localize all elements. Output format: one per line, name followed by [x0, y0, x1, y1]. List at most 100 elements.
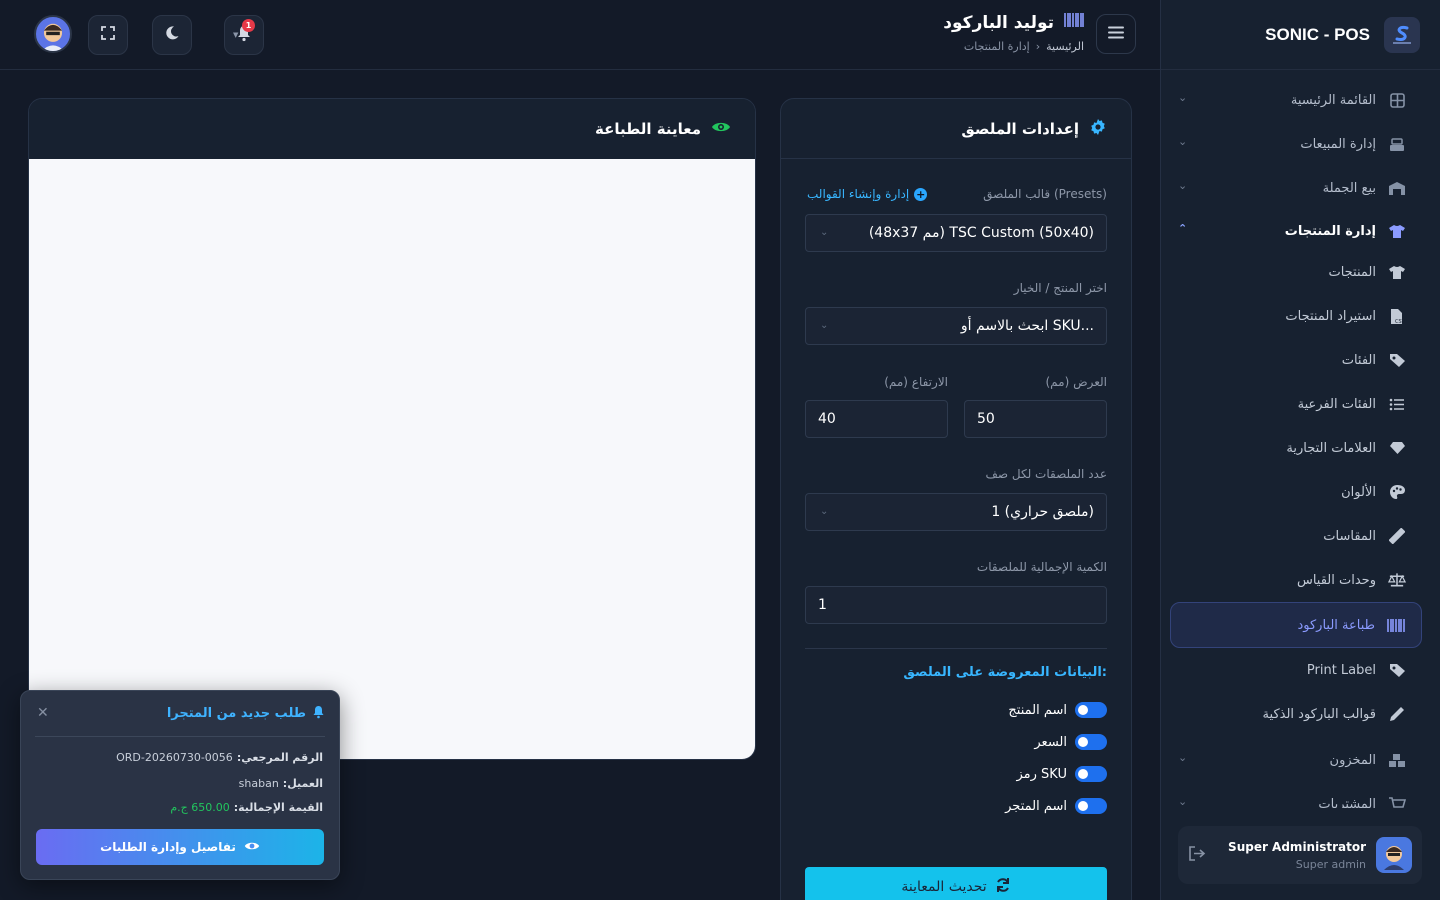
sidebar-item-barcode-print[interactable]: طباعة الباركود: [1170, 602, 1422, 648]
chevron-down-icon: ⌄: [820, 320, 829, 331]
grid-icon: [1388, 91, 1406, 109]
header-avatar[interactable]: [34, 15, 72, 53]
toast-customer: العميل: shaban: [239, 777, 323, 790]
brand[interactable]: SONIC - POS: [1161, 0, 1440, 70]
sidebar-item-sizes[interactable]: المقاسات: [1172, 516, 1422, 556]
preview-card-header: معاينة الطباعة: [29, 99, 755, 159]
chevron-up-icon: ⌃: [1178, 222, 1188, 235]
product-search-placeholder: ابحث بالاسم أو SKU...: [960, 318, 1094, 334]
sidebar-item-wholesale[interactable]: ⌄ بيع الجملة: [1172, 168, 1422, 208]
sidebar-item-products[interactable]: المنتجات: [1172, 252, 1422, 292]
sidebar-item-label: المشتريات: [1318, 796, 1376, 809]
quantity-input[interactable]: 1: [805, 586, 1107, 624]
tags-icon: [1388, 661, 1406, 679]
sidebar-item-label: بيع الجملة: [1322, 180, 1376, 196]
sidebar-item-products-group[interactable]: ⌃ إدارة المنتجات: [1172, 211, 1422, 251]
sidebar-item-subcategories[interactable]: الفئات الفرعية: [1172, 384, 1422, 424]
width-label: العرض (مم): [1045, 375, 1108, 389]
sidebar-item-label: الألوان: [1341, 484, 1376, 500]
per-row-select-value: 1 (ملصق حراري): [991, 504, 1094, 520]
logout-icon[interactable]: [1188, 846, 1206, 865]
sidebar-item-import-products[interactable]: استيراد المنتجات CSV: [1172, 296, 1422, 336]
sidebar-item-print-label[interactable]: Print Label: [1172, 650, 1422, 690]
sidebar-item-label: Print Label: [1306, 662, 1376, 678]
customer-label: العميل:: [282, 777, 323, 790]
notifications-button[interactable]: 1 ▼: [224, 15, 264, 55]
toggle-price[interactable]: السعر: [1034, 734, 1107, 750]
user-card[interactable]: Super Administrator Super admin: [1178, 826, 1422, 884]
toast-total: القيمة الإجمالية: 650.00 ج.م: [170, 801, 323, 814]
sidebar-item-sales[interactable]: ⌄ إدارة المبيعات: [1172, 124, 1422, 164]
manage-templates-link[interactable]: إدارة وإنشاء القوالب +: [807, 187, 928, 201]
close-icon[interactable]: ✕: [37, 705, 49, 721]
toggle-switch[interactable]: [1075, 798, 1107, 814]
reference-value: ORD-20260730-0056: [116, 751, 233, 764]
sidebar-item-label: وحدات القياس: [1296, 572, 1376, 588]
preview-canvas: [29, 159, 755, 759]
pen-icon: [1388, 705, 1406, 723]
chevron-down-icon: ⌄: [820, 506, 829, 517]
manage-templates-text: إدارة وإنشاء القوالب: [807, 187, 910, 201]
toast-header: ✕ طلب جديد من المتجرا: [35, 691, 325, 737]
toggle-store-name[interactable]: اسم المتجر: [1005, 798, 1107, 814]
sidebar-item-dashboard[interactable]: ⌄ القائمة الرئيسية: [1172, 80, 1422, 120]
sidebar-item-brands[interactable]: العلامات التجارية: [1172, 428, 1422, 468]
refresh-preview-button[interactable]: تحديث المعاينة: [805, 867, 1107, 900]
order-details-label: تفاصيل وإدارة الطلبات: [100, 840, 236, 854]
sidebar-item-label: المنتجات: [1328, 264, 1376, 280]
breadcrumb: إدارة المنتجات › الرئيسية: [964, 40, 1084, 53]
preview-card-title: معاينة الطباعة: [595, 120, 701, 138]
chevron-down-icon: ⌄: [820, 227, 829, 238]
sidebar-item-purchases[interactable]: ⌄ المشتريات: [1172, 784, 1422, 808]
csv-file-icon: CSV: [1388, 307, 1406, 325]
boxes-icon: [1388, 751, 1406, 769]
sidebar-menu: ⌄ القائمة الرئيسية ⌄ إدارة المبيعات ⌄ بي…: [1160, 78, 1440, 808]
toggle-sku[interactable]: رمز SKU: [1017, 766, 1107, 782]
notification-badge: 1: [242, 19, 255, 32]
sidebar-item-barcode-templates[interactable]: قوالب الباركود الذكية: [1172, 694, 1422, 734]
toggle-switch[interactable]: [1075, 766, 1107, 782]
preset-label: قالب الملصق (Presets): [983, 187, 1107, 201]
fullscreen-button[interactable]: [88, 15, 128, 55]
toggle-product-name[interactable]: اسم المنتج: [1008, 702, 1107, 718]
width-input[interactable]: 50: [964, 400, 1107, 438]
shirt-icon: [1388, 263, 1406, 281]
avatar: [1376, 837, 1412, 873]
toggle-label: السعر: [1034, 734, 1067, 750]
sidebar-item-units[interactable]: وحدات القياس: [1172, 560, 1422, 600]
scale-icon: [1388, 571, 1406, 589]
sidebar-item-label: المقاسات: [1323, 528, 1376, 544]
total-value: 650.00 ج.م: [170, 801, 230, 814]
toggle-label: اسم المنتج: [1008, 702, 1067, 718]
list-icon: [1388, 395, 1406, 413]
sidebar-item-label: الفئات: [1341, 352, 1376, 368]
chevron-down-icon: ⌄: [1178, 135, 1188, 148]
menu-toggle-button[interactable]: [1096, 14, 1136, 54]
label-settings-card: إعدادات الملصق قالب الملصق (Presets) إدا…: [780, 98, 1132, 900]
sidebar-item-label: إدارة المنتجات: [1284, 223, 1376, 239]
cart-icon: [1388, 795, 1406, 808]
product-label: اختر المنتج / الخيار: [1013, 281, 1107, 295]
sidebar-item-colors[interactable]: الألوان: [1172, 472, 1422, 512]
toast-reference: الرقم المرجعي: ORD-20260730-0056: [116, 751, 323, 764]
reference-label: الرقم المرجعي:: [236, 751, 323, 764]
total-label: القيمة الإجمالية:: [233, 801, 323, 814]
sidebar-item-categories[interactable]: الفئات: [1172, 340, 1422, 380]
moon-icon: [164, 25, 180, 45]
toggle-switch[interactable]: [1075, 734, 1107, 750]
toggle-switch[interactable]: [1075, 702, 1107, 718]
barcode-icon: [1064, 12, 1084, 33]
height-input[interactable]: 40: [805, 400, 948, 438]
customer-value: shaban: [238, 777, 279, 790]
theme-toggle-button[interactable]: [152, 15, 192, 55]
preset-select[interactable]: ⌄ (48x37 مم) TSC Custom (50x40): [805, 214, 1107, 252]
bell-icon: [312, 705, 325, 723]
shirt-icon: [1388, 222, 1406, 240]
sidebar-item-inventory[interactable]: ⌄ المخزون: [1172, 740, 1422, 780]
product-search-select[interactable]: ⌄ ابحث بالاسم أو SKU...: [805, 307, 1107, 345]
display-fields-title: البيانات المعروضة على الملصق:: [903, 665, 1107, 680]
order-details-button[interactable]: تفاصيل وإدارة الطلبات: [36, 829, 324, 865]
per-row-select[interactable]: ⌄ 1 (ملصق حراري): [805, 493, 1107, 531]
breadcrumb-home[interactable]: الرئيسية: [1046, 40, 1084, 53]
breadcrumb-current: إدارة المنتجات: [963, 40, 1030, 53]
